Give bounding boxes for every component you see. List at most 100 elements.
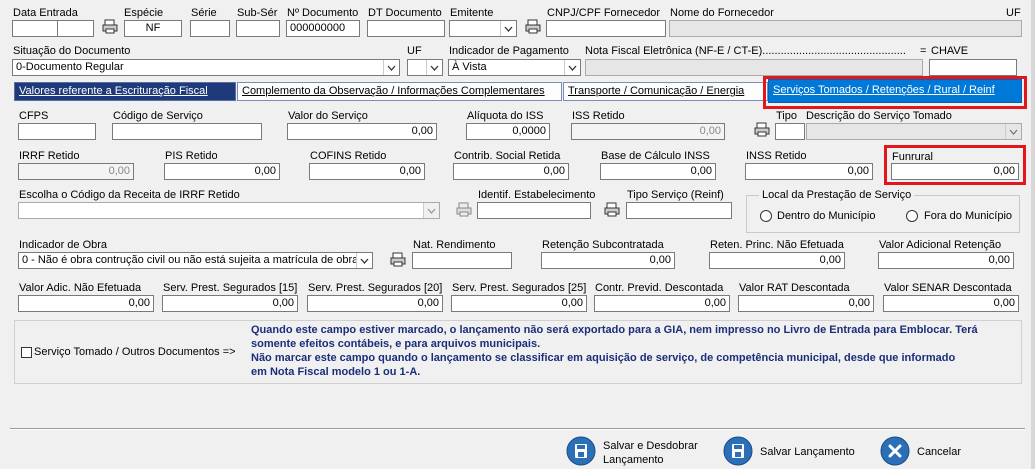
- irrf-label: IRRF Retido: [19, 150, 80, 162]
- indicador-pagamento-select[interactable]: À Vista: [448, 59, 581, 76]
- rat-field[interactable]: 0,00: [738, 295, 874, 312]
- cnpj-field[interactable]: [546, 20, 666, 37]
- valor-adic-nao-label: Valor Adic. Não Efetuada: [19, 282, 142, 294]
- serv15-field[interactable]: 0,00: [162, 295, 298, 312]
- chevron-down-icon[interactable]: [564, 60, 580, 75]
- funrural-highlight-box: [884, 145, 1026, 185]
- reten-princ-field[interactable]: 0,00: [709, 252, 845, 269]
- dt-documento-label: DT Documento: [368, 7, 442, 19]
- especie-field[interactable]: NF: [124, 20, 182, 37]
- reten-princ-label: Reten. Princ. Não Efetuada: [710, 239, 844, 251]
- tipo-servico-reinf-field[interactable]: [626, 202, 732, 219]
- tab-valores-escrituracao[interactable]: Valores referente a Escrituração Fiscal: [14, 82, 236, 101]
- tipo-field[interactable]: [775, 123, 805, 140]
- codigo-servico-field[interactable]: [112, 123, 262, 140]
- tab-highlight-box: [763, 76, 1027, 109]
- pis-field[interactable]: 0,00: [164, 163, 280, 180]
- aliquota-iss-field[interactable]: 0,0000: [466, 123, 550, 140]
- printer-icon[interactable]: [753, 121, 771, 137]
- csll-field[interactable]: 0,00: [453, 163, 569, 180]
- chevron-down-icon[interactable]: [423, 203, 439, 218]
- serv20-label: Serv. Prest. Segurados [20]: [308, 282, 443, 294]
- tab-transporte-comunicacao[interactable]: Transporte / Comunicação / Energia: [563, 82, 768, 101]
- data-entrada-label: Data Entrada: [13, 7, 78, 19]
- nat-rendimento-field[interactable]: [412, 252, 512, 269]
- irrf-field[interactable]: 0,00: [18, 163, 134, 180]
- fora-municipio-radio[interactable]: [906, 210, 918, 222]
- dt-documento-field[interactable]: [367, 20, 445, 37]
- chevron-down-icon[interactable]: [500, 21, 516, 36]
- printer-icon[interactable]: [389, 251, 407, 267]
- valor-servico-field[interactable]: 0,00: [287, 123, 437, 140]
- valor-adicional-retencao-label: Valor Adicional Retenção: [879, 239, 1002, 251]
- nome-fornecedor-label: Nome do Fornecedor: [670, 7, 774, 19]
- data-entrada-field[interactable]: [12, 20, 94, 37]
- serv20-field[interactable]: 0,00: [307, 295, 443, 312]
- save-icon[interactable]: [723, 436, 753, 466]
- cofins-label: COFINS Retido: [310, 150, 387, 162]
- servico-tomado-checkbox[interactable]: [21, 347, 32, 358]
- chevron-down-icon[interactable]: [356, 253, 372, 268]
- serv25-label: Serv. Prest. Segurados [25]: [452, 282, 587, 294]
- tab-complemento-observacao[interactable]: Complemento da Observação / Informações …: [237, 82, 562, 101]
- dentro-municipio-label[interactable]: Dentro do Município: [777, 210, 875, 223]
- emitente-select[interactable]: [449, 20, 517, 37]
- save-icon[interactable]: [566, 436, 596, 466]
- cfps-label: CFPS: [19, 110, 49, 122]
- especie-label: Espécie: [124, 7, 164, 19]
- valor-adic-nao-field[interactable]: 0,00: [18, 295, 154, 312]
- situacao-select[interactable]: 0-Documento Regular: [12, 59, 400, 76]
- chave-label: CHAVE: [931, 45, 969, 57]
- indicador-obra-label: Indicador de Obra: [19, 239, 108, 251]
- contr-previd-label: Contr. Previd. Descontada: [595, 282, 724, 294]
- uf-label: UF: [1006, 7, 1021, 19]
- senar-field[interactable]: 0,00: [883, 295, 1019, 312]
- uf-select[interactable]: [407, 59, 443, 76]
- window-right-edge: [1031, 0, 1035, 469]
- printer-icon[interactable]: [455, 201, 473, 217]
- situacao-label: Situação do Documento: [13, 45, 131, 57]
- retencao-subcontratada-field[interactable]: 0,00: [541, 252, 675, 269]
- footer-divider-highlight: [10, 429, 1025, 430]
- serie-field[interactable]: [190, 20, 230, 37]
- salvar-desdobrar-button[interactable]: Salvar e Desdobrar Lançamento: [603, 439, 698, 467]
- printer-icon[interactable]: [603, 201, 621, 217]
- cancelar-button[interactable]: Cancelar: [917, 445, 961, 459]
- nfe-label: Nota Fiscal Eletrônica (NF-E / CT-E)....…: [585, 45, 906, 57]
- cofins-field[interactable]: 0,00: [309, 163, 425, 180]
- chevron-down-icon[interactable]: [426, 60, 442, 75]
- num-documento-field[interactable]: 000000000: [286, 20, 360, 37]
- servico-tomado-label[interactable]: Serviço Tomado / Outros Documentos =>: [34, 346, 236, 359]
- printer-icon[interactable]: [101, 18, 119, 34]
- csll-label: Contrib. Social Retida: [454, 150, 561, 162]
- printer-icon[interactable]: [524, 18, 542, 34]
- iss-retido-field[interactable]: 0,00: [571, 123, 725, 140]
- sub-serie-field[interactable]: [236, 20, 280, 37]
- dentro-municipio-radio[interactable]: [760, 210, 772, 222]
- senar-label: Valor SENAR Descontada: [884, 282, 1012, 294]
- valor-adicional-retencao-field[interactable]: 0,00: [878, 252, 1014, 269]
- receita-irrf-select[interactable]: [18, 202, 440, 219]
- identif-estabelecimento-field[interactable]: [477, 202, 591, 219]
- sub-serie-label: Sub-Sér: [237, 7, 278, 19]
- contr-previd-field[interactable]: 0,00: [594, 295, 730, 312]
- cfps-field[interactable]: [18, 123, 96, 140]
- chave-field[interactable]: [929, 59, 1017, 76]
- serv15-label: Serv. Prest. Segurados [15]: [163, 282, 298, 294]
- base-inss-field[interactable]: 0,00: [600, 163, 716, 180]
- escolha-receita-label: Escolha o Código da Receita de IRRF Reti…: [19, 189, 240, 201]
- num-documento-label: Nº Documento: [287, 7, 359, 19]
- indicador-pagamento-label: Indicador de Pagamento: [449, 45, 569, 57]
- nfe-field: [585, 59, 923, 76]
- serv25-field[interactable]: 0,00: [451, 295, 587, 312]
- fora-municipio-label[interactable]: Fora do Município: [924, 210, 1012, 223]
- tipo-servico-reinf-label: Tipo Serviço (Reinf): [627, 189, 724, 201]
- indicador-obra-select[interactable]: 0 - Não é obra contrução civil ou não es…: [18, 252, 373, 269]
- iss-retido-label: ISS Retido: [572, 110, 625, 122]
- chevron-down-icon[interactable]: [383, 60, 399, 75]
- salvar-lancamento-button[interactable]: Salvar Lançamento: [760, 445, 855, 459]
- base-inss-label: Base de Cálculo INSS: [601, 150, 710, 162]
- inss-field[interactable]: 0,00: [745, 163, 873, 180]
- local-prestacao-label: Local da Prestação de Serviço: [759, 189, 915, 202]
- close-icon[interactable]: [880, 436, 910, 466]
